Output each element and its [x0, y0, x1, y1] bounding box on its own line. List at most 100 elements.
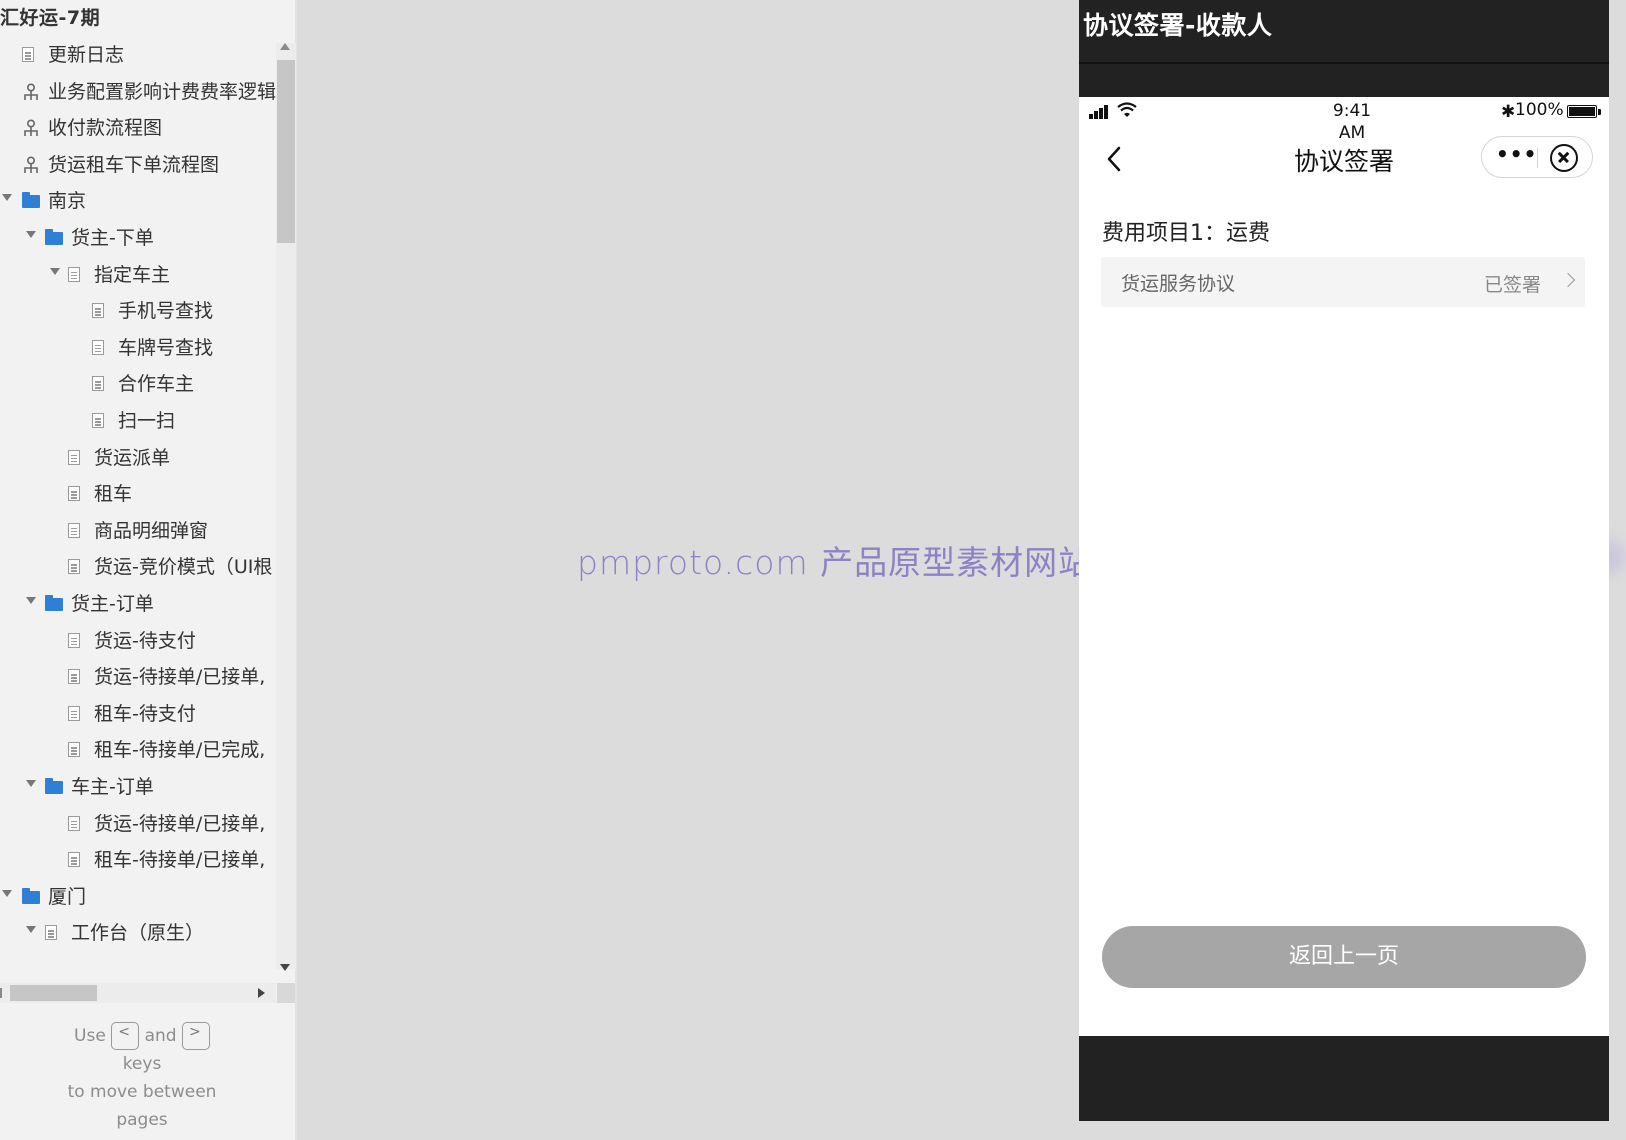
expand-arrow-icon[interactable] — [26, 231, 36, 238]
expand-arrow-icon[interactable] — [26, 780, 36, 787]
page-icon — [22, 47, 34, 62]
tree-item[interactable]: 商品明细弹窗 — [0, 513, 276, 549]
tree-item-label: 业务配置影响计费费率逻辑 — [48, 80, 276, 103]
page-icon — [68, 522, 80, 538]
tree-folder[interactable]: 厦门 — [0, 879, 276, 915]
back-to-previous-button[interactable]: 返回上一页 — [1102, 926, 1586, 988]
nav-title: 协议签署 — [1293, 147, 1394, 176]
close-circle-icon[interactable] — [1550, 144, 1578, 172]
hint-keys: keys — [122, 1054, 162, 1074]
battery-icon — [1567, 105, 1597, 118]
expand-arrow-icon[interactable] — [2, 194, 12, 202]
tree-item[interactable]: 货运租车下单流程图 — [0, 147, 276, 183]
scroll-left-arrow-icon[interactable] — [0, 988, 2, 998]
tree-item-label: 收付款流程图 — [48, 117, 163, 140]
tree-item[interactable]: 收付款流程图 — [0, 110, 276, 146]
scrollbar-corner — [277, 983, 295, 1003]
status-time: 9:41 AM — [1332, 101, 1372, 143]
tree-item-label: 更新日志 — [48, 44, 125, 66]
tree-item-label: 厦门 — [48, 885, 87, 908]
page-icon — [92, 413, 104, 428]
next-key-icon: > — [181, 1022, 210, 1050]
flow-icon — [24, 119, 38, 137]
tree-item[interactable]: 指定车主 — [0, 257, 276, 293]
expand-arrow-icon[interactable] — [2, 889, 12, 897]
page-icon — [68, 449, 80, 465]
tree-item[interactable]: 扫一扫 — [0, 403, 276, 439]
tree-item[interactable]: 租车 — [0, 476, 276, 512]
battery-tip — [1598, 109, 1601, 115]
tree-item[interactable]: 车牌号查找 — [0, 330, 276, 366]
prototype-footer-bar — [1079, 1036, 1609, 1121]
phone-prototype: 协议签署-收款人 9:41 AM ✱ 100% 协议签署 ••• 费用项目1：运… — [1079, 0, 1609, 1121]
tree-item-label: 合作车主 — [118, 373, 195, 396]
page-icon — [68, 632, 80, 648]
scroll-right-arrow-icon[interactable] — [258, 988, 265, 998]
tree-item-label: 货运派单 — [94, 446, 171, 469]
horizontal-scroll-thumb[interactable] — [10, 985, 97, 1001]
tree-item-label: 租车 — [94, 483, 133, 506]
wifi-icon — [1117, 102, 1137, 117]
tree-folder[interactable]: 南京 — [0, 183, 276, 219]
prototype-header-bar: 协议签署-收款人 — [1079, 0, 1609, 97]
hint-use: Use — [74, 1026, 106, 1046]
tree-item-label: 货运-待支付 — [94, 629, 196, 652]
fee-item-title: 费用项目1：运费 — [1102, 221, 1270, 246]
tree-item[interactable]: 租车-待接单/已接单, — [0, 842, 276, 878]
tree-item[interactable]: 业务配置影响计费费率逻辑 — [0, 74, 276, 110]
page-icon — [68, 559, 80, 575]
agreement-row[interactable]: 货运服务协议 已签署 — [1101, 257, 1585, 307]
tree-item-label: 商品明细弹窗 — [94, 519, 209, 542]
tree-item[interactable]: 合作车主 — [0, 366, 276, 402]
tree-item[interactable]: 货运-待接单/已接单, — [0, 806, 276, 842]
expand-arrow-icon[interactable] — [50, 267, 60, 275]
flow-icon — [24, 156, 38, 173]
tree-folder[interactable]: 货主-订单 — [0, 586, 276, 622]
hint-and: and — [144, 1026, 177, 1046]
page-icon — [45, 925, 57, 941]
tree-item[interactable]: 租车-待支付 — [0, 696, 276, 732]
tree-item[interactable]: 工作台（原生） — [0, 915, 276, 951]
keyboard-navigation-hint: Use < and > keys to move between pages — [42, 1022, 242, 1134]
prototype-page-title: 协议签署-收款人 — [1083, 11, 1273, 40]
prev-key-icon: < — [111, 1022, 140, 1050]
tree-item[interactable]: 货运-待支付 — [0, 623, 276, 659]
battery-percentage: 100% — [1515, 100, 1564, 120]
vertical-scroll-thumb[interactable] — [277, 60, 295, 243]
agreement-status: 已签署 — [1484, 274, 1542, 296]
tree-item[interactable]: 租车-待接单/已完成, — [0, 732, 276, 768]
tree-item-label: 货主-下单 — [71, 227, 154, 249]
miniprogram-capsule: ••• — [1481, 136, 1593, 178]
project-title: 汇好运-7期 — [0, 7, 101, 29]
scroll-down-arrow-icon[interactable] — [280, 964, 290, 971]
scroll-up-arrow-icon[interactable] — [280, 43, 290, 50]
expand-arrow-icon[interactable] — [26, 597, 36, 604]
sitemap-sidebar: 汇好运-7期 更新日志业务配置影响计费费率逻辑 收付款流程图货运租车下单流程图 南京… — [0, 0, 297, 1140]
tree-item-label: 租车-待接单/已完成, — [94, 739, 266, 762]
page-icon — [92, 303, 104, 319]
tree-item-label: 南京 — [48, 190, 87, 213]
agreement-name: 货运服务协议 — [1121, 273, 1236, 295]
tree-folder[interactable]: 车主-订单 — [0, 769, 276, 805]
tree-item-label: 租车-待支付 — [94, 702, 196, 725]
cellular-signal-icon — [1089, 105, 1111, 119]
page-icon — [92, 339, 104, 355]
tree-item[interactable]: 货运-竞价模式（UI根 — [0, 549, 276, 585]
tree-item-label: 货运-待接单/已接单, — [94, 666, 266, 689]
page-icon — [92, 376, 104, 392]
page-icon — [68, 815, 80, 831]
more-dots-icon[interactable]: ••• — [1496, 139, 1536, 173]
back-chevron-icon[interactable] — [1103, 144, 1127, 174]
tree-item-label: 货运租车下单流程图 — [48, 153, 220, 176]
expand-arrow-icon[interactable] — [26, 926, 36, 934]
tree-item[interactable]: 手机号查找 — [0, 293, 276, 329]
page-icon — [68, 852, 80, 868]
capsule-divider — [1537, 148, 1538, 168]
tree-item[interactable]: 更新日志 — [0, 37, 276, 73]
tree-item[interactable]: 货运派单 — [0, 440, 276, 476]
tree-item[interactable]: 货运-待接单/已接单, — [0, 659, 276, 695]
tree-folder[interactable]: 货主-下单 — [0, 220, 276, 256]
tree-item-label: 指定车主 — [94, 263, 171, 286]
tree-item-label: 手机号查找 — [118, 300, 214, 323]
folder-icon — [45, 595, 63, 611]
